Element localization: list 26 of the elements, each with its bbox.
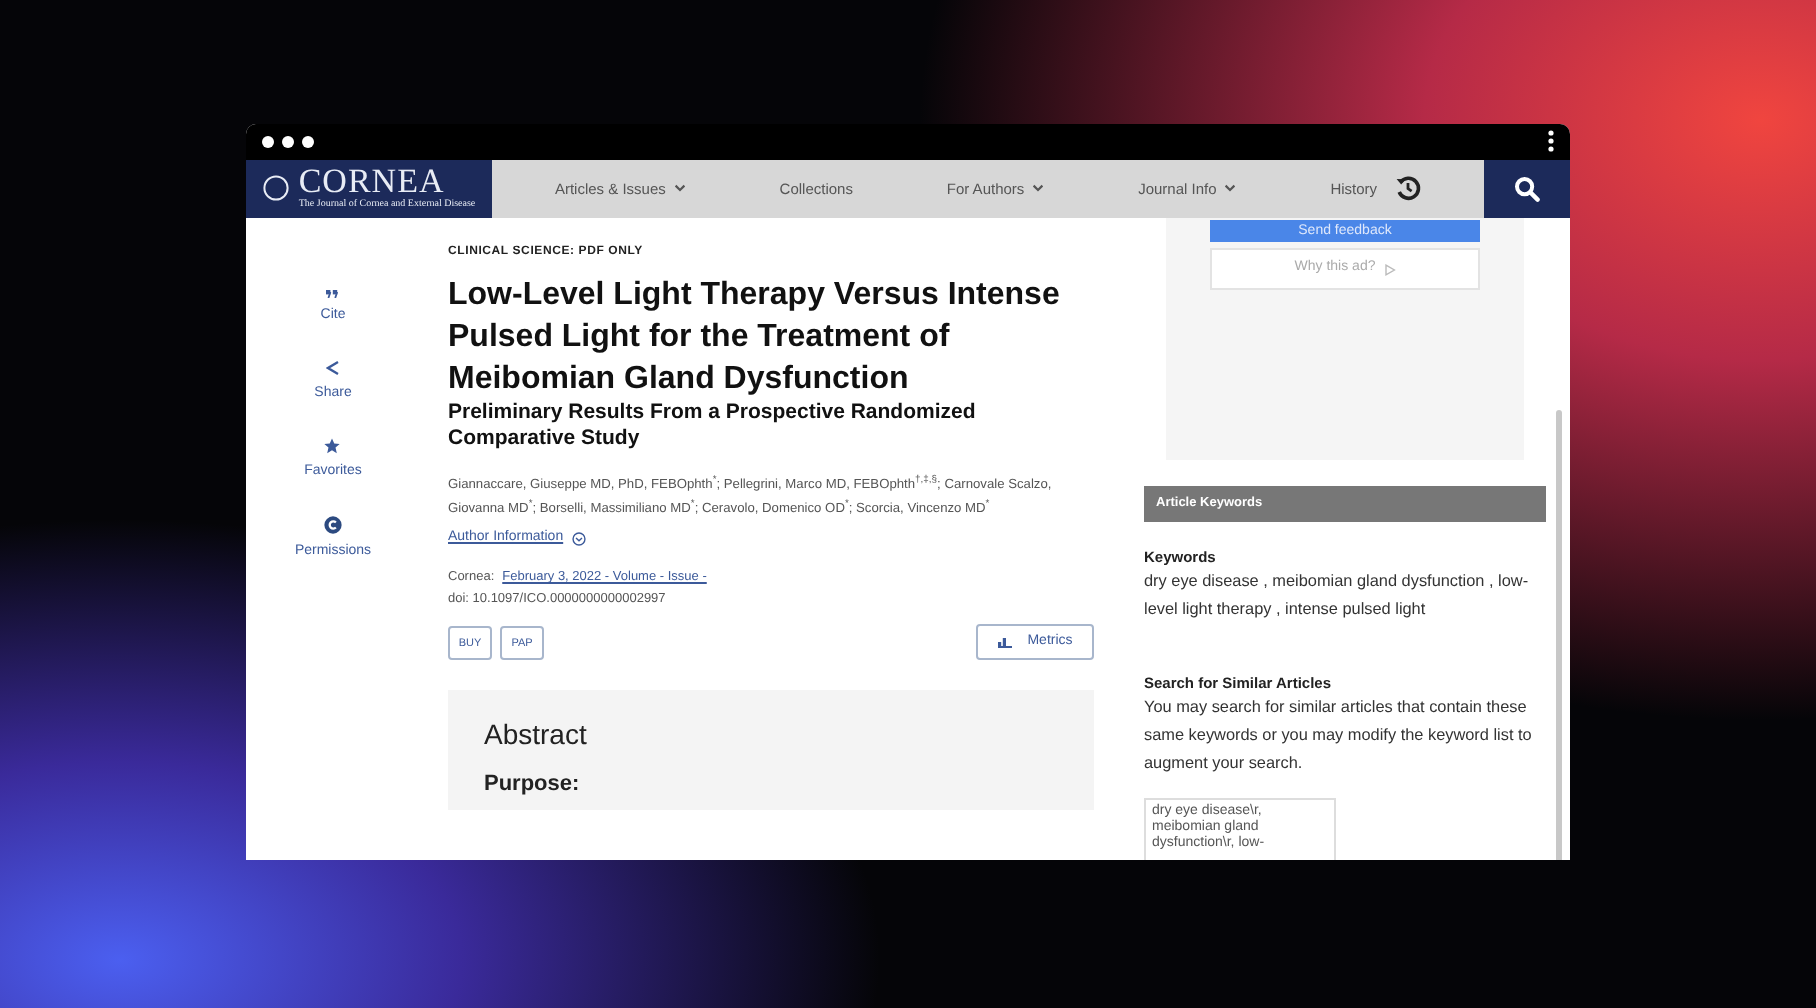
scrollbar[interactable] — [1556, 409, 1562, 860]
search-icon — [1514, 175, 1540, 202]
chevron-down-icon — [673, 184, 686, 193]
search-button[interactable] — [1484, 159, 1570, 218]
article-title: Low-Level Light Therapy Versus Intense Pulsed Light for the Treatment of Meibomian Gland Dysfunction — [448, 275, 1062, 400]
window-dot[interactable] — [302, 135, 314, 148]
copyright-icon — [324, 515, 342, 534]
expand-icon[interactable] — [571, 531, 586, 546]
star-icon — [324, 437, 341, 454]
quote-icon — [326, 289, 339, 298]
chevron-down-icon — [1032, 184, 1045, 193]
window-dot[interactable] — [282, 135, 294, 148]
article-subtitle: Preliminary Results From a Prospective Randomized Comparative Study — [448, 399, 978, 454]
abstract-heading: Abstract — [484, 716, 589, 753]
purpose-heading: Purpose: — [484, 772, 582, 797]
play-icon — [1383, 263, 1396, 276]
logo-text: CORNEA — [298, 165, 445, 198]
window-dot[interactable] — [262, 135, 274, 148]
similar-articles-text: You may search for similar articles that contain these same keywords or you may modify the keyword list to augment your search. — [1144, 696, 1534, 777]
menu-icon[interactable] — [1548, 130, 1554, 153]
chevron-down-icon — [1224, 184, 1237, 193]
history-icon — [1393, 174, 1422, 203]
bar-chart-icon — [997, 636, 1012, 649]
share-icon — [326, 359, 340, 376]
keywords-text: dry eye disease , meibomian gland dysfunction , low-level light therapy , intense pulsed light — [1144, 569, 1531, 622]
ring-icon — [262, 174, 291, 203]
